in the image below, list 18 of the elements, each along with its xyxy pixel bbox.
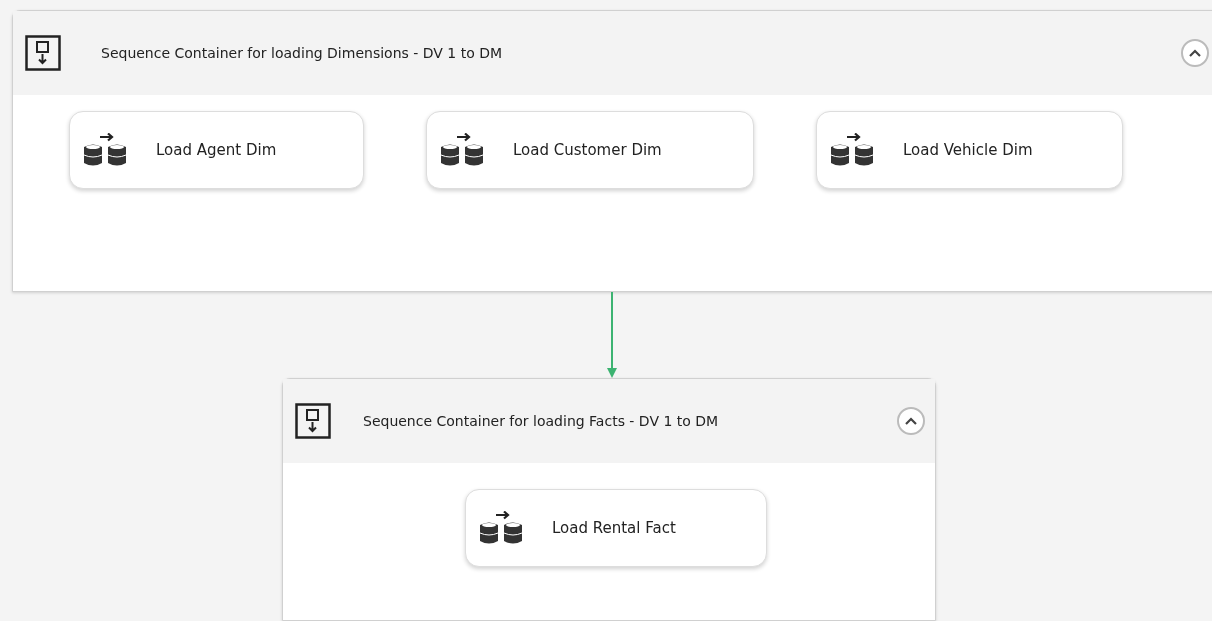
chevron-up-icon [1189, 49, 1201, 57]
sequence-container-icon [295, 403, 331, 439]
task-node[interactable]: Load Vehicle Dim [816, 111, 1123, 189]
task-label: Load Customer Dim [513, 139, 662, 161]
sequence-container[interactable]: Sequence Container for loading Facts - DV 1 to DM Load Rental Fact [282, 378, 936, 621]
task-label: Load Agent Dim [156, 139, 277, 161]
sequence-container-icon [25, 35, 61, 71]
task-label: Load Rental Fact [552, 517, 676, 539]
sequence-container[interactable]: Sequence Container for loading Dimensions - DV 1 to DM Load Agent Dim Load Customer Dim Load Vehicle Dim [12, 10, 1212, 292]
task-node[interactable]: Load Customer Dim [426, 111, 754, 189]
task-node[interactable]: Load Agent Dim [69, 111, 364, 189]
collapse-button[interactable] [897, 407, 925, 435]
container-title: Sequence Container for loading Dimensions - DV 1 to DM [101, 43, 504, 63]
collapse-button[interactable] [1181, 39, 1209, 67]
task-node[interactable]: Load Rental Fact [465, 489, 767, 567]
chevron-up-icon [905, 417, 917, 425]
task-label: Load Vehicle Dim [903, 139, 1033, 161]
container-title: Sequence Container for loading Facts - DV 1 to DM [363, 411, 720, 431]
